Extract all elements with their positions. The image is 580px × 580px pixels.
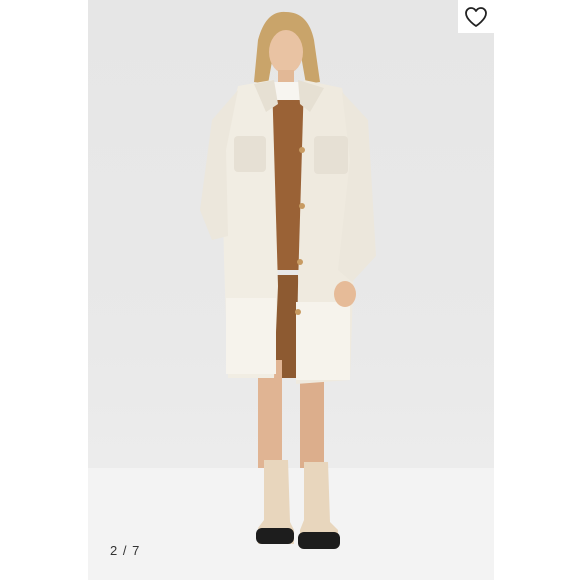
model-illustration <box>88 11 494 580</box>
product-photo[interactable] <box>88 0 494 580</box>
image-counter: 2 / 7 <box>110 543 141 558</box>
image-viewer: 2 / 7 <box>0 0 580 580</box>
favorite-button[interactable] <box>458 0 494 33</box>
heart-outline-icon <box>465 6 487 27</box>
